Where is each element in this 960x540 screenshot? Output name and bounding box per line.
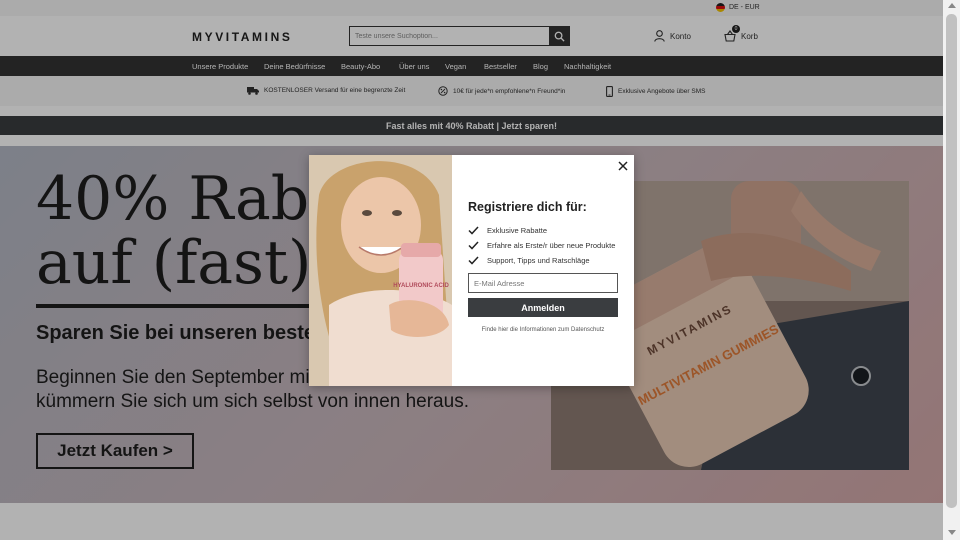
email-field[interactable]	[468, 273, 618, 293]
scroll-up-arrow-icon[interactable]	[948, 3, 956, 8]
modal-benefit-item: Support, Tipps und Ratschläge	[468, 253, 615, 268]
modal-model-image: HYALURONIC ACID	[309, 155, 452, 386]
modal-benefit-item: Exklusive Rabatte	[468, 223, 615, 238]
modal-benefit-label: Erfahre als Erste/r über neue Produkte	[487, 241, 616, 250]
signup-button[interactable]: Anmelden	[468, 298, 618, 317]
modal-benefits-list: Exklusive Rabatte Erfahre als Erste/r üb…	[468, 223, 615, 268]
modal-benefit-label: Exklusive Rabatte	[487, 226, 548, 235]
modal-benefit-label: Support, Tipps und Ratschläge	[487, 256, 590, 265]
scroll-down-arrow-icon[interactable]	[948, 530, 956, 535]
checkmark-icon	[468, 226, 479, 235]
newsletter-signup-modal: HYALURONIC ACID Registriere dich für: Ex…	[309, 155, 634, 386]
checkmark-icon	[468, 241, 479, 250]
modal-benefit-item: Erfahre als Erste/r über neue Produkte	[468, 238, 615, 253]
page-scrollbar[interactable]	[943, 0, 960, 540]
modal-title: Registriere dich für:	[468, 200, 587, 214]
modal-product-label: HYALURONIC ACID	[393, 283, 449, 289]
checkmark-icon	[468, 256, 479, 265]
close-icon[interactable]	[617, 160, 629, 172]
privacy-link[interactable]: Finde hier die Informationen zum Datensc…	[468, 327, 618, 333]
woman-with-supplement-photo: HYALURONIC ACID	[309, 155, 452, 386]
scrollbar-thumb[interactable]	[946, 14, 957, 508]
